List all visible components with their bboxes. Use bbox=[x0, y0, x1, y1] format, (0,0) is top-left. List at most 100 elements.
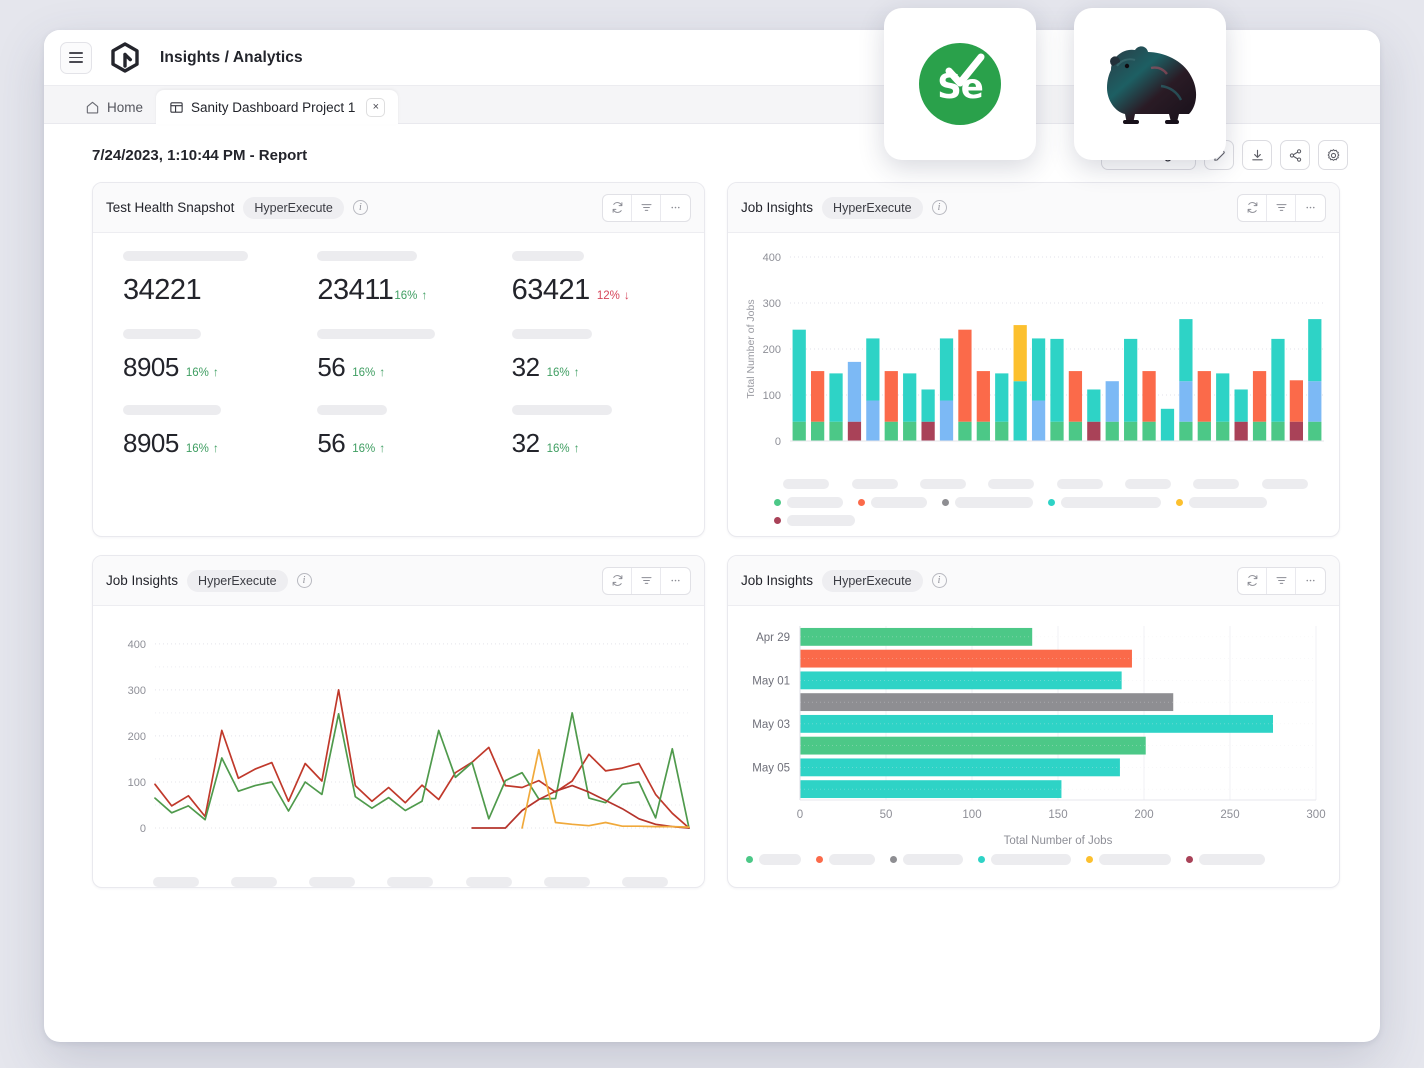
more-button[interactable] bbox=[1296, 195, 1325, 221]
widget-grid: Test Health Snapshot HyperExecute i bbox=[44, 182, 1380, 888]
legend-item[interactable] bbox=[774, 497, 843, 508]
card-title: Job Insights bbox=[741, 573, 813, 588]
refresh-button[interactable] bbox=[603, 568, 632, 594]
share-button[interactable] bbox=[1280, 140, 1310, 170]
card-header: Test Health Snapshot HyperExecute i bbox=[93, 183, 704, 233]
svg-text:Total Number of Jobs: Total Number of Jobs bbox=[1004, 835, 1113, 847]
kpi-cell: 23411 16% ↑ bbox=[301, 251, 495, 307]
kpi-trend-down-icon: ↓ bbox=[624, 288, 630, 302]
legend-item[interactable] bbox=[858, 497, 927, 508]
card-chip: HyperExecute bbox=[822, 197, 923, 219]
tab-home[interactable]: Home bbox=[72, 90, 156, 124]
x-tick-placeholder bbox=[920, 479, 966, 489]
card-title: Job Insights bbox=[106, 573, 178, 588]
filter-icon bbox=[640, 574, 653, 587]
lambdatest-logo-icon bbox=[110, 42, 140, 74]
capybara-image-overlay[interactable] bbox=[1074, 8, 1226, 160]
card-chip: HyperExecute bbox=[822, 570, 923, 592]
legend-item[interactable] bbox=[978, 854, 1071, 865]
legend-item[interactable] bbox=[1176, 497, 1267, 508]
filter-button[interactable] bbox=[632, 568, 661, 594]
kpi-row: 34221 23411 16% ↑ 6342 bbox=[93, 251, 704, 307]
card-action-group bbox=[602, 194, 691, 222]
legend-label-placeholder bbox=[787, 497, 843, 508]
more-horizontal-icon bbox=[1304, 574, 1317, 587]
legend-color-dot bbox=[746, 856, 753, 863]
x-tick-placeholder bbox=[544, 877, 590, 887]
kpi-value: 56 bbox=[317, 352, 345, 383]
legend-color-dot bbox=[774, 517, 781, 524]
kpi-label-placeholder bbox=[317, 329, 435, 339]
kpi-value: 32 bbox=[512, 352, 540, 383]
more-button[interactable] bbox=[661, 568, 690, 594]
refresh-icon bbox=[611, 574, 624, 587]
info-icon[interactable]: i bbox=[932, 200, 947, 215]
kpi-cell: 63421 12% ↓ bbox=[496, 251, 690, 307]
info-icon[interactable]: i bbox=[932, 573, 947, 588]
gear-icon bbox=[1326, 148, 1341, 163]
svg-text:50: 50 bbox=[880, 809, 893, 821]
card-header: Job Insights HyperExecute i bbox=[728, 556, 1339, 606]
x-tick-placeholder bbox=[783, 479, 829, 489]
tab-close-icon[interactable]: × bbox=[366, 98, 385, 117]
selenium-logo-overlay[interactable]: Se bbox=[884, 8, 1036, 160]
refresh-button[interactable] bbox=[1238, 195, 1267, 221]
kpi-label-placeholder bbox=[317, 405, 387, 415]
legend-color-dot bbox=[858, 499, 865, 506]
card-action-group bbox=[1237, 567, 1326, 595]
kpi-trend-up-icon: ↑ bbox=[379, 365, 385, 379]
legend-item[interactable] bbox=[890, 854, 963, 865]
svg-text:300: 300 bbox=[1306, 809, 1325, 821]
hamburger-icon[interactable] bbox=[60, 42, 92, 74]
legend-color-dot bbox=[816, 856, 823, 863]
kpi-value: 32 bbox=[512, 428, 540, 459]
card-action-group bbox=[1237, 194, 1326, 222]
filter-button[interactable] bbox=[632, 195, 661, 221]
info-icon[interactable]: i bbox=[297, 573, 312, 588]
x-tick-placeholder bbox=[1057, 479, 1103, 489]
kpi-label-placeholder bbox=[512, 405, 612, 415]
tab-home-label: Home bbox=[107, 100, 143, 115]
x-tick-placeholder bbox=[466, 877, 512, 887]
kpi-value: 34221 bbox=[123, 274, 201, 307]
more-button[interactable] bbox=[661, 195, 690, 221]
refresh-button[interactable] bbox=[603, 195, 632, 221]
legend-item[interactable] bbox=[746, 854, 801, 865]
info-icon[interactable]: i bbox=[353, 200, 368, 215]
kpi-value: 23411 bbox=[317, 274, 393, 307]
kpi-delta: 12% bbox=[597, 290, 620, 302]
filter-button[interactable] bbox=[1267, 195, 1296, 221]
more-horizontal-icon bbox=[669, 201, 682, 214]
more-button[interactable] bbox=[1296, 568, 1325, 594]
legend-label-placeholder bbox=[1099, 854, 1171, 865]
svg-text:200: 200 bbox=[128, 731, 146, 743]
svg-text:400: 400 bbox=[763, 252, 781, 264]
svg-text:Apr 29: Apr 29 bbox=[756, 632, 790, 644]
legend-item[interactable] bbox=[774, 515, 855, 526]
kpi-label-placeholder bbox=[317, 251, 417, 261]
home-icon bbox=[85, 100, 100, 115]
x-tick-placeholder bbox=[622, 877, 668, 887]
svg-text:300: 300 bbox=[128, 685, 146, 697]
x-tick-placeholder bbox=[1262, 479, 1308, 489]
tab-sanity-dashboard-project-1[interactable]: Sanity Dashboard Project 1 × bbox=[156, 90, 398, 124]
card-title: Test Health Snapshot bbox=[106, 200, 234, 215]
legend-color-dot bbox=[978, 856, 985, 863]
legend-item[interactable] bbox=[942, 497, 1033, 508]
kpi-cell: 8905 16% ↑ bbox=[107, 405, 301, 459]
more-horizontal-icon bbox=[669, 574, 682, 587]
more-horizontal-icon bbox=[1304, 201, 1317, 214]
legend-item[interactable] bbox=[1086, 854, 1171, 865]
x-tick-placeholder bbox=[852, 479, 898, 489]
dashboard-icon bbox=[169, 100, 184, 115]
refresh-button[interactable] bbox=[1238, 568, 1267, 594]
legend-item[interactable] bbox=[1048, 497, 1161, 508]
settings-button[interactable] bbox=[1318, 140, 1348, 170]
refresh-icon bbox=[1246, 574, 1259, 587]
download-button[interactable] bbox=[1242, 140, 1272, 170]
legend-item[interactable] bbox=[1186, 854, 1265, 865]
filter-icon bbox=[1275, 574, 1288, 587]
card-job-insights-hbar: Job Insights HyperExecute i bbox=[727, 555, 1340, 888]
legend-item[interactable] bbox=[816, 854, 875, 865]
filter-button[interactable] bbox=[1267, 568, 1296, 594]
